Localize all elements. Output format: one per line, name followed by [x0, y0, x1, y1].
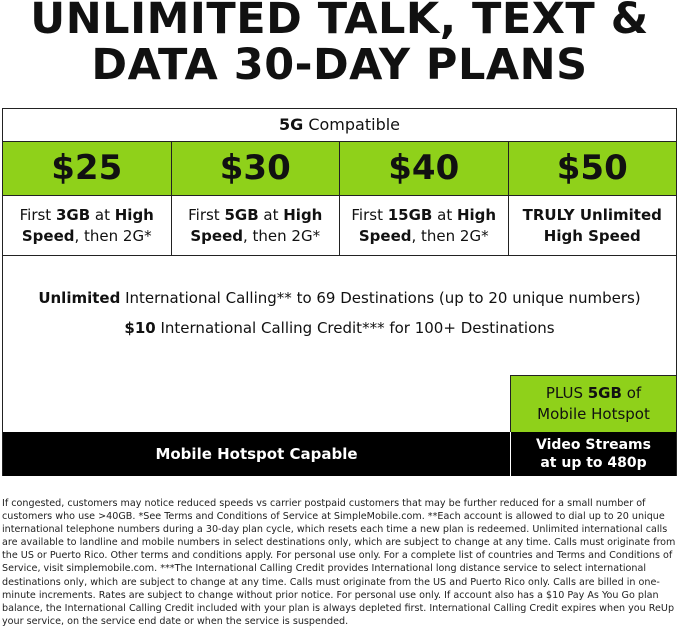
desc-text: at	[258, 206, 284, 224]
plan-25-description: First 3GB at High Speed, then 2G*	[3, 196, 172, 255]
desc-text: at	[432, 206, 457, 224]
video-line-2: at up to 480p	[540, 455, 647, 471]
desc-unlimited: TRULY Unlimited	[522, 206, 662, 224]
headline-line-2: DATA 30-DAY PLANS	[91, 40, 588, 90]
intl-credit-amount: $10	[124, 319, 156, 337]
desc-high: High	[114, 206, 154, 224]
price-row: $25 $30 $40 $50	[3, 141, 676, 196]
desc-high: High	[456, 206, 497, 224]
desc-speed: Speed	[190, 227, 243, 245]
plus-mobile-hotspot: Mobile Hotspot	[537, 405, 650, 423]
video-streams-bar: Video Streams at up to 480p	[510, 432, 676, 476]
desc-text: First	[188, 206, 225, 224]
price-40: $40	[340, 142, 509, 195]
video-line-1: Video Streams	[536, 437, 651, 453]
desc-text: at	[90, 206, 115, 224]
desc-data: 3GB	[55, 206, 91, 224]
plan-30-description: First 5GB at High Speed, then 2G*	[172, 196, 340, 255]
intl-credit-text: International Calling Credit*** for 100+…	[155, 319, 555, 337]
intl-unlimited: Unlimited	[38, 289, 121, 307]
desc-text: First	[19, 206, 56, 224]
intl-calling-text: International Calling** to 69 Destinatio…	[120, 289, 641, 307]
compatibility-banner: 5G Compatible	[3, 109, 676, 141]
hotspot-plus-badge: PLUS 5GB of Mobile Hotspot	[510, 375, 676, 432]
international-credit: $10 International Calling Credit*** for …	[3, 319, 676, 337]
desc-high-speed: High Speed	[543, 227, 641, 245]
mobile-hotspot-capable-bar: Mobile Hotspot Capable	[3, 432, 510, 476]
international-calling: Unlimited International Calling** to 69 …	[3, 289, 676, 307]
plus-5gb: 5GB	[587, 384, 622, 402]
desc-then: , then 2G*	[243, 227, 321, 245]
price-25: $25	[3, 142, 172, 195]
desc-data: 15GB	[387, 206, 433, 224]
plan-description-row: First 3GB at High Speed, then 2G* First …	[3, 196, 676, 256]
desc-then: , then 2G*	[74, 227, 152, 245]
desc-text: First	[351, 206, 388, 224]
compat-5g: 5G	[278, 115, 304, 134]
plus-of: of	[621, 384, 642, 402]
plan-50-description: TRULY Unlimited High Speed	[509, 196, 677, 255]
plan-40-description: First 15GB at High Speed, then 2G*	[340, 196, 509, 255]
desc-speed: Speed	[21, 227, 75, 245]
compat-text: Compatible	[303, 115, 401, 134]
plans-table: 5G Compatible $25 $30 $40 $50 First 3GB …	[2, 108, 677, 476]
desc-high: High	[283, 206, 323, 224]
price-30: $30	[172, 142, 340, 195]
price-50: $50	[556, 148, 628, 188]
desc-then: , then 2G*	[411, 227, 489, 245]
desc-speed: Speed	[358, 227, 412, 245]
fine-print: If congested, customers may notice reduc…	[2, 498, 676, 627]
headline-line-1: UNLIMITED TALK, TEXT &	[30, 0, 649, 44]
desc-data: 5GB	[224, 206, 259, 224]
plus-text: PLUS	[545, 384, 588, 402]
